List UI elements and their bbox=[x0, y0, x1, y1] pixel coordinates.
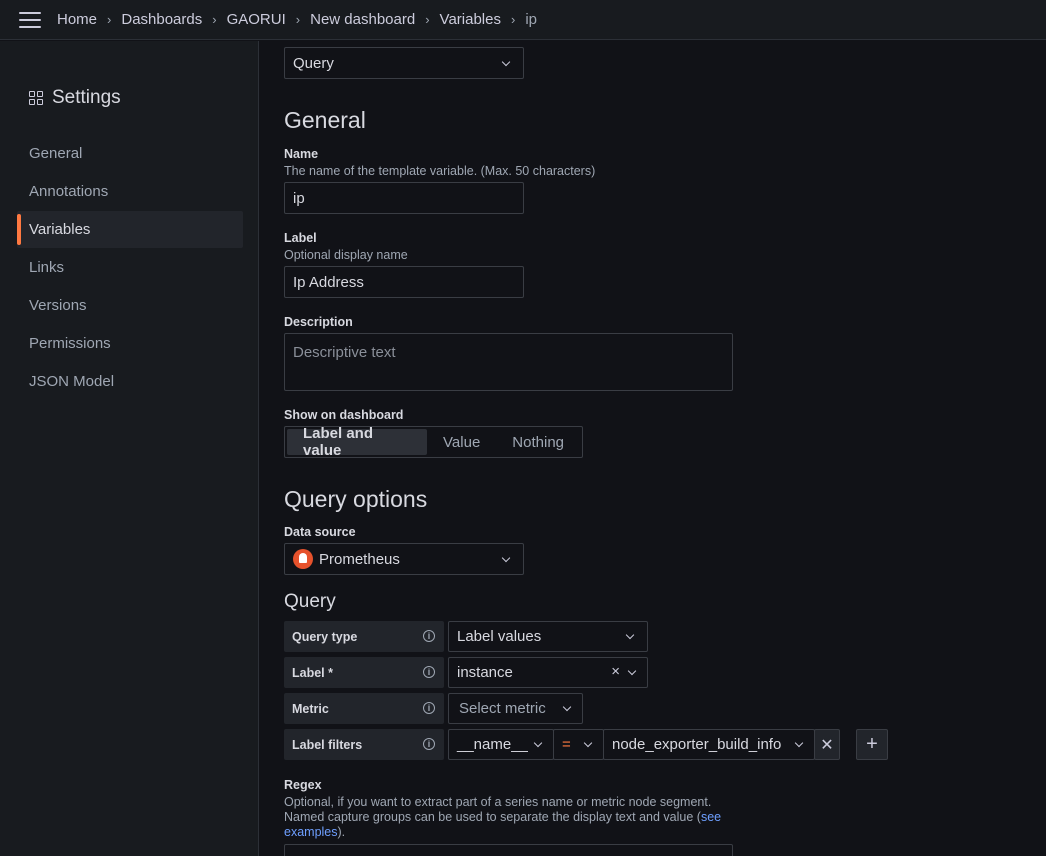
metric-label: Metric i bbox=[284, 693, 444, 724]
info-icon[interactable]: i bbox=[423, 702, 435, 714]
label-field-label-text: Label * bbox=[292, 665, 333, 680]
show-on-dashboard-radio-group: Label and value Value Nothing bbox=[284, 425, 583, 459]
hamburger-menu-icon[interactable] bbox=[19, 11, 41, 28]
chevron-right-icon: › bbox=[295, 12, 301, 27]
label-field-value: instance bbox=[457, 664, 513, 681]
filter-key-select[interactable]: __name__ bbox=[448, 729, 554, 760]
chevron-right-icon: › bbox=[212, 12, 217, 27]
chevron-down-icon bbox=[583, 738, 593, 748]
variable-type-select[interactable]: Query bbox=[284, 47, 524, 79]
label-field-label: Label * i bbox=[284, 657, 444, 688]
sidebar-item-permissions[interactable]: Permissions bbox=[17, 325, 243, 362]
breadcrumb-dashboard[interactable]: New dashboard bbox=[310, 11, 415, 28]
breadcrumb-current: ip bbox=[525, 11, 537, 28]
filter-operator-select[interactable]: = bbox=[553, 729, 604, 760]
settings-sidebar: Settings General Annotations Variables L… bbox=[0, 41, 259, 856]
name-label: Name bbox=[284, 147, 319, 161]
add-filter-button[interactable]: + bbox=[856, 729, 888, 760]
variable-type-value: Query bbox=[293, 54, 334, 72]
description-label: Description bbox=[284, 315, 353, 329]
sidebar-item-json-model[interactable]: JSON Model bbox=[17, 363, 243, 400]
data-source-select[interactable]: Prometheus bbox=[284, 543, 524, 575]
regex-examples-link[interactable]: examples bbox=[284, 825, 338, 839]
chevron-down-icon bbox=[627, 666, 637, 676]
query-type-label: Query type i bbox=[284, 621, 444, 652]
plus-icon: + bbox=[866, 733, 878, 755]
remove-filter-button[interactable]: ✕ bbox=[814, 729, 840, 760]
regex-input[interactable] bbox=[284, 844, 733, 856]
show-on-dashboard-label: Show on dashboard bbox=[284, 408, 404, 422]
settings-title-text: Settings bbox=[52, 87, 121, 108]
chevron-down-icon bbox=[533, 738, 543, 748]
sidebar-item-annotations[interactable]: Annotations bbox=[17, 173, 243, 210]
chevron-down-icon bbox=[625, 630, 635, 640]
query-type-select[interactable]: Label values bbox=[448, 621, 648, 652]
variable-editor: Query General Name The name of the templ… bbox=[260, 41, 1046, 856]
grid-icon bbox=[29, 91, 43, 105]
info-icon[interactable]: i bbox=[423, 738, 435, 750]
radio-value[interactable]: Value bbox=[427, 429, 496, 455]
data-source-value: Prometheus bbox=[319, 550, 400, 568]
sidebar-item-links[interactable]: Links bbox=[17, 249, 243, 286]
regex-description-line2: Named capture groups can be used to sepa… bbox=[284, 810, 721, 824]
regex-see-link[interactable]: see bbox=[701, 810, 721, 824]
regex-label: Regex bbox=[284, 778, 322, 792]
chevron-right-icon: › bbox=[425, 12, 430, 27]
radio-nothing[interactable]: Nothing bbox=[496, 429, 580, 455]
close-icon[interactable]: × bbox=[611, 663, 620, 680]
breadcrumb-home[interactable]: Home bbox=[57, 11, 97, 28]
label-field-select[interactable]: instance × bbox=[448, 657, 648, 688]
filter-operator-value: = bbox=[562, 736, 571, 753]
metric-select[interactable]: Select metric bbox=[448, 693, 583, 724]
general-heading: General bbox=[284, 107, 366, 133]
info-icon[interactable]: i bbox=[423, 666, 435, 678]
regex-description-line3: examples). bbox=[284, 825, 345, 839]
radio-label-and-value[interactable]: Label and value bbox=[287, 425, 428, 459]
regex-description-line1: Optional, if you want to extract part of… bbox=[284, 795, 712, 809]
name-description: The name of the template variable. (Max.… bbox=[284, 164, 596, 178]
query-options-heading: Query options bbox=[284, 486, 428, 512]
query-type-value: Label values bbox=[457, 628, 542, 645]
name-input[interactable]: ip bbox=[284, 182, 524, 214]
info-icon[interactable]: i bbox=[423, 630, 435, 642]
regex-description-end: ). bbox=[337, 825, 346, 839]
breadcrumb-dashboards[interactable]: Dashboards bbox=[121, 11, 202, 28]
regex-description-text: Named capture groups can be used to sepa… bbox=[284, 810, 701, 824]
label-input[interactable]: Ip Address bbox=[284, 266, 524, 298]
description-textarea[interactable]: Descriptive text bbox=[284, 333, 733, 391]
sidebar-item-versions[interactable]: Versions bbox=[17, 287, 243, 324]
filter-value-value: node_exporter_build_info bbox=[612, 736, 782, 753]
top-bar: Home › Dashboards › GAORUI › New dashboa… bbox=[0, 0, 1046, 40]
chevron-down-icon bbox=[501, 553, 511, 563]
chevron-right-icon: › bbox=[107, 12, 112, 27]
prometheus-logo-icon bbox=[293, 549, 313, 569]
query-heading: Query bbox=[284, 591, 336, 612]
metric-label-text: Metric bbox=[292, 701, 329, 716]
label-description: Optional display name bbox=[284, 248, 408, 262]
metric-placeholder: Select metric bbox=[459, 700, 546, 717]
data-source-label: Data source bbox=[284, 525, 356, 539]
label-label: Label bbox=[284, 231, 317, 245]
sidebar-item-general[interactable]: General bbox=[17, 135, 243, 172]
sidebar-item-variables[interactable]: Variables bbox=[17, 211, 243, 248]
chevron-down-icon bbox=[794, 738, 804, 748]
query-type-label-text: Query type bbox=[292, 629, 358, 644]
chevron-down-icon bbox=[562, 702, 572, 712]
label-filters-label: Label filters i bbox=[284, 729, 444, 760]
chevron-down-icon bbox=[501, 57, 511, 67]
breadcrumb-folder[interactable]: GAORUI bbox=[227, 11, 286, 28]
filter-value-select[interactable]: node_exporter_build_info bbox=[603, 729, 815, 760]
chevron-right-icon: › bbox=[510, 12, 516, 27]
close-icon: ✕ bbox=[820, 736, 834, 754]
settings-title: Settings bbox=[29, 87, 121, 109]
filter-key-value: __name__ bbox=[457, 736, 528, 753]
breadcrumb-variables[interactable]: Variables bbox=[440, 11, 501, 28]
label-filters-label-text: Label filters bbox=[292, 737, 363, 752]
